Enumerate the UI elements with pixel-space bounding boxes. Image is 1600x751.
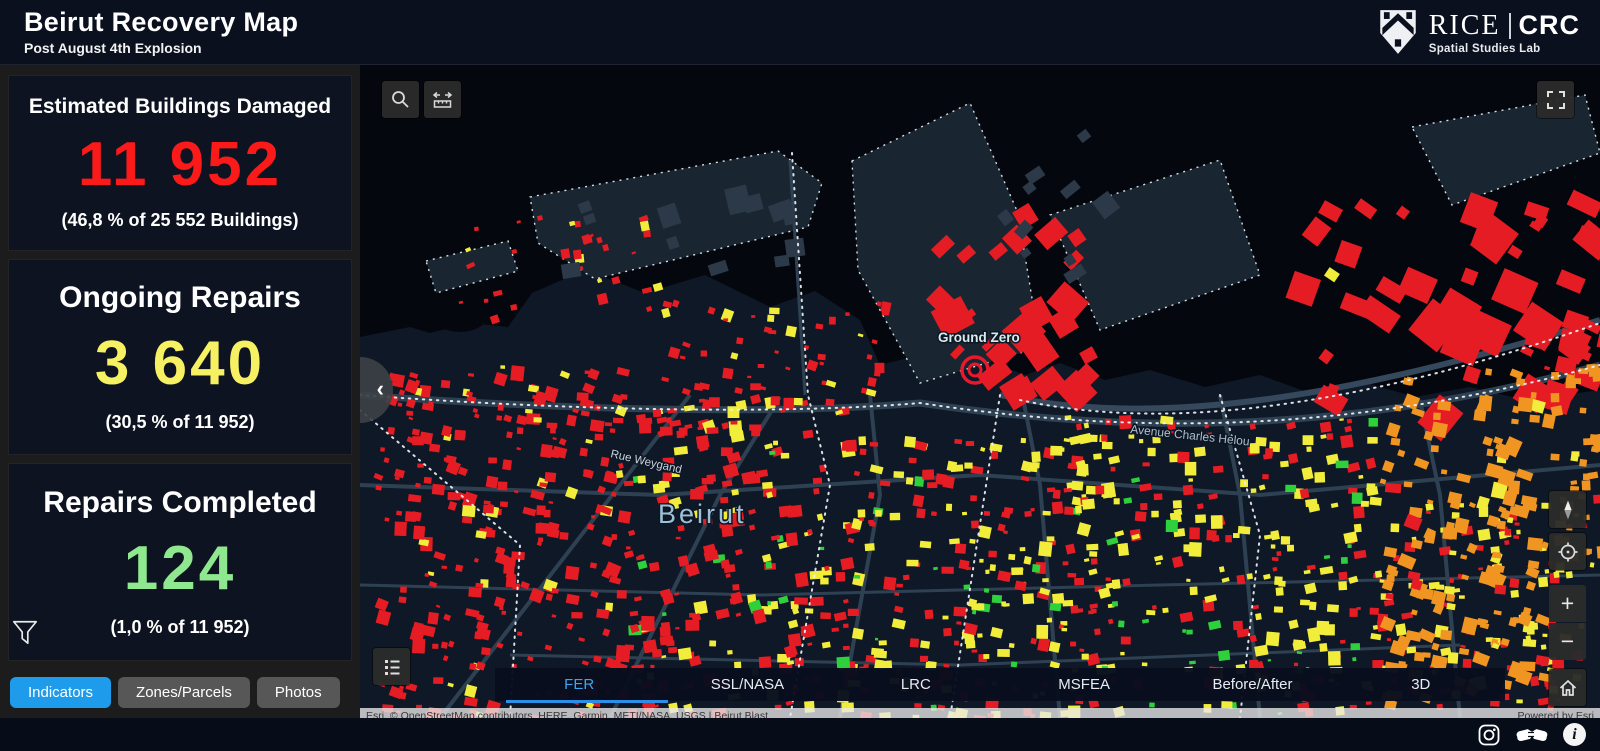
handshake-icon[interactable] <box>1514 723 1550 747</box>
stat-detail: (46,8 % of 25 552 Buildings) <box>15 210 345 231</box>
info-button[interactable]: i <box>1563 723 1586 746</box>
home-button[interactable] <box>1549 669 1586 706</box>
measure-button[interactable] <box>424 81 461 118</box>
stat-card-buildings-damaged: Estimated Buildings Damaged 11 952 (46,8… <box>8 75 352 251</box>
stat-value: 124 <box>15 538 345 600</box>
attribution-text: Esri, © OpenStreetMap contributors, HERE… <box>366 710 768 718</box>
indicators-panel: Estimated Buildings Damaged 11 952 (46,8… <box>0 65 360 718</box>
logo-tagline: Spatial Studies Lab <box>1429 43 1580 55</box>
legend-list-icon <box>382 657 402 677</box>
map-tab-ssl-nasa[interactable]: SSL/NASA <box>663 668 831 701</box>
legend-button[interactable] <box>373 648 410 685</box>
compass-button[interactable] <box>1549 491 1586 528</box>
locate-crosshair-icon <box>1557 541 1579 563</box>
stat-title: Repairs Completed <box>15 486 345 520</box>
stat-value: 3 640 <box>15 333 345 395</box>
footer-bar: i <box>0 718 1600 751</box>
rice-crc-logo: RICE CRC Spatial Studies Lab <box>1377 8 1580 56</box>
city-label: Beirut <box>658 499 747 529</box>
stat-card-repairs-completed: Repairs Completed 124 (1,0 % of 11 952) <box>8 463 352 661</box>
zoom-in-button[interactable]: + <box>1549 585 1586 622</box>
map-tab-msfea[interactable]: MSFEA <box>1000 668 1168 701</box>
stat-title: Estimated Buildings Damaged <box>15 95 345 119</box>
search-icon <box>390 89 411 110</box>
map-container: Ground Zero Beirut Rue Weygand Avenue Ch… <box>360 65 1600 718</box>
instagram-icon[interactable] <box>1477 723 1501 747</box>
chevron-left-icon: ‹ <box>377 376 384 402</box>
rice-shield-icon <box>1377 8 1419 56</box>
powered-by-esri: Powered by Esri <box>1518 710 1594 718</box>
search-button[interactable] <box>382 81 419 118</box>
fullscreen-icon <box>1545 89 1567 111</box>
active-tab-underline <box>506 700 668 703</box>
tab-indicators[interactable]: Indicators <box>10 677 111 708</box>
stat-title: Ongoing Repairs <box>15 281 345 315</box>
map-tab-bar: FER SSL/NASA LRC MSFEA Before/After 3D <box>495 668 1505 701</box>
page-subtitle: Post August 4th Explosion <box>24 40 298 56</box>
page-title: Beirut Recovery Map <box>24 8 298 38</box>
funnel-icon <box>11 618 39 646</box>
info-icon: i <box>1572 727 1576 743</box>
logo-unit-text: CRC <box>1519 10 1581 41</box>
map-tab-lrc[interactable]: LRC <box>832 668 1000 701</box>
stat-detail: (1,0 % of 11 952) <box>15 617 345 638</box>
zoom-controls: + − <box>1549 585 1586 660</box>
ground-zero-label: Ground Zero <box>938 330 1020 345</box>
stat-value: 11 952 <box>15 134 345 196</box>
map-tab-before-after[interactable]: Before/After <box>1168 668 1336 701</box>
stat-detail: (30,5 % of 11 952) <box>15 412 345 433</box>
fullscreen-button[interactable] <box>1537 81 1574 118</box>
map-tab-3d[interactable]: 3D <box>1337 668 1505 701</box>
map-tab-fer[interactable]: FER <box>495 668 663 701</box>
map-canvas[interactable]: Ground Zero Beirut Rue Weygand Avenue Ch… <box>360 65 1600 718</box>
compass-needle-icon <box>1555 497 1581 523</box>
filter-button[interactable] <box>8 615 42 649</box>
tab-zones-parcels[interactable]: Zones/Parcels <box>118 677 250 708</box>
app-header: Beirut Recovery Map Post August 4th Expl… <box>0 0 1600 65</box>
map-attribution-bar: Esri, © OpenStreetMap contributors, HERE… <box>360 708 1600 718</box>
tab-photos[interactable]: Photos <box>257 677 340 708</box>
measure-ruler-icon <box>432 89 453 110</box>
sidebar-tab-bar: Indicators Zones/Parcels Photos <box>10 677 340 708</box>
stat-card-ongoing-repairs: Ongoing Repairs 3 640 (30,5 % of 11 952) <box>8 259 352 455</box>
zoom-out-button[interactable]: − <box>1549 623 1586 660</box>
locate-button[interactable] <box>1549 533 1586 570</box>
logo-divider <box>1509 13 1511 39</box>
home-icon <box>1557 677 1579 699</box>
logo-org-text: RICE <box>1429 10 1501 42</box>
